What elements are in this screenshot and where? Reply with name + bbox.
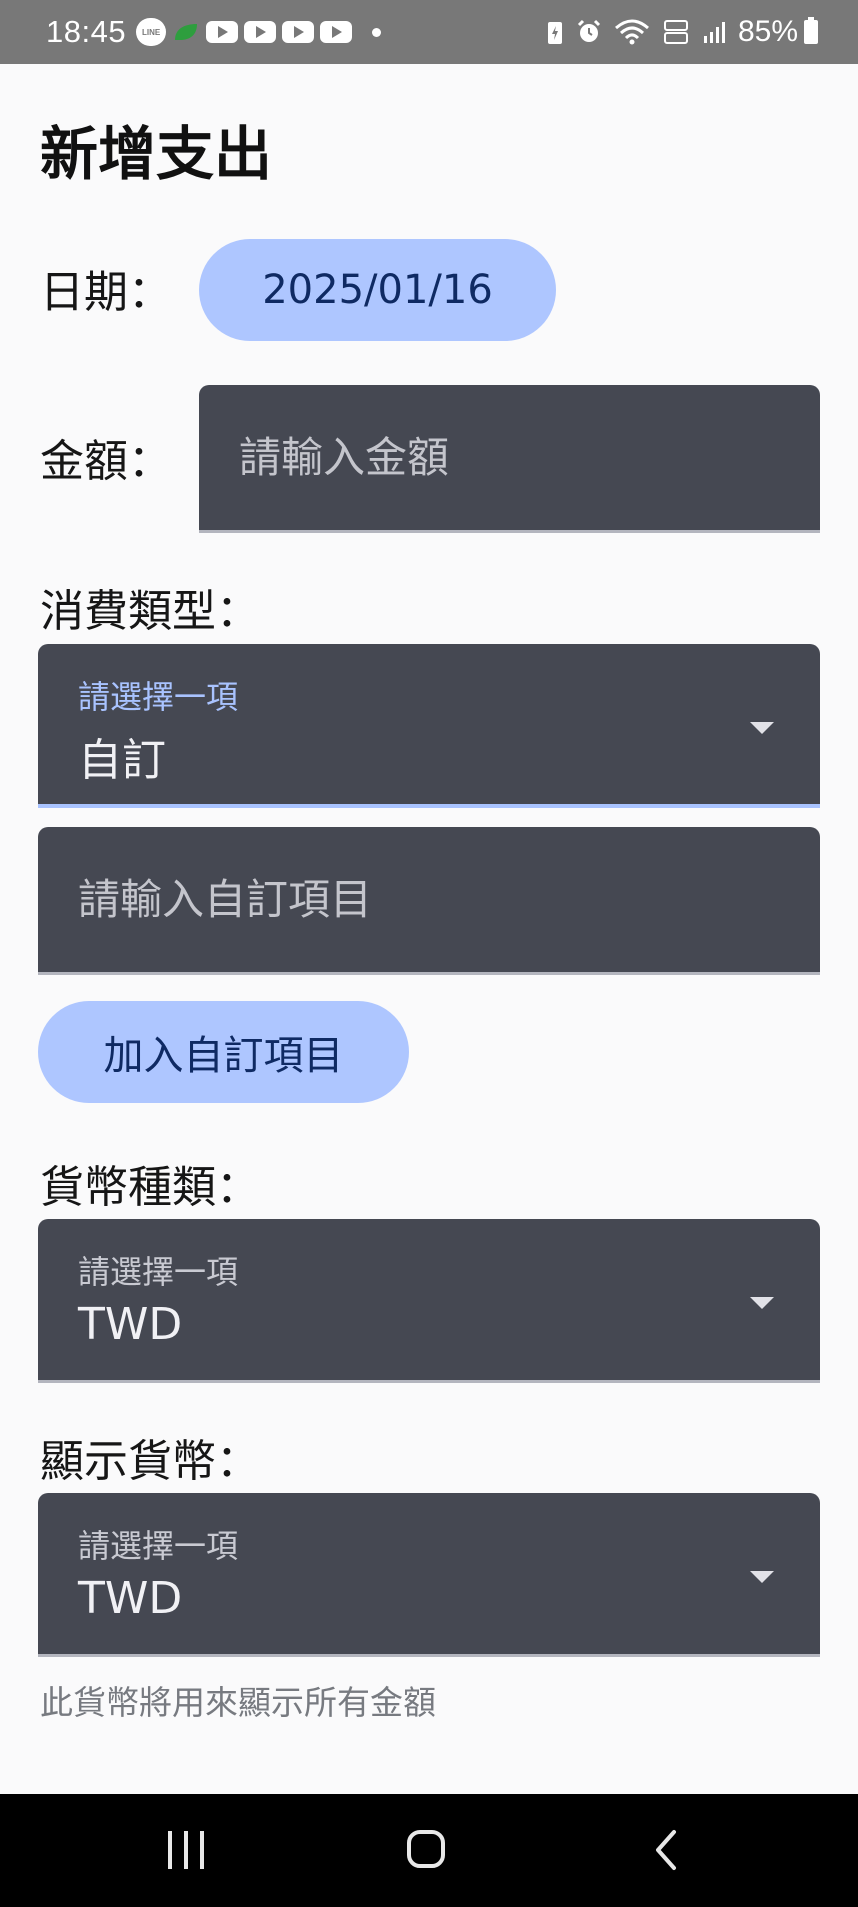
page-title: 新增支出 bbox=[40, 120, 273, 188]
battery-saver-icon bbox=[547, 22, 562, 44]
currency-select-hint: 請選擇一項 bbox=[78, 1253, 239, 1291]
display-currency-select-hint: 請選擇一項 bbox=[78, 1527, 239, 1565]
currency-label: 貨幣種類： bbox=[40, 1162, 260, 1213]
battery-icon bbox=[804, 17, 818, 44]
leaf-icon bbox=[175, 24, 198, 40]
amount-field[interactable] bbox=[199, 385, 820, 533]
custom-item-field[interactable] bbox=[38, 827, 820, 975]
alarm-icon bbox=[577, 19, 601, 42]
youtube-icon bbox=[206, 21, 239, 43]
home-icon[interactable] bbox=[407, 1830, 445, 1868]
battery-percent: 85% bbox=[737, 15, 798, 48]
display-currency-helper-text: 此貨幣將用來顯示所有金額 bbox=[40, 1683, 436, 1722]
category-select-hint: 請選擇一項 bbox=[78, 678, 239, 716]
line-icon: LINE bbox=[136, 18, 167, 46]
category-selected-value: 自訂 bbox=[78, 735, 166, 786]
date-picker-button[interactable]: 2025/01/16 bbox=[199, 239, 556, 341]
amount-label: 金額： bbox=[40, 436, 172, 487]
currency-select[interactable]: 請選擇一項 TWD bbox=[38, 1219, 820, 1383]
chevron-down-icon bbox=[750, 1297, 774, 1309]
youtube-icon bbox=[244, 21, 277, 43]
signal-icon bbox=[703, 22, 725, 43]
add-custom-item-button[interactable]: 加入自訂項目 bbox=[38, 1001, 409, 1103]
date-value: 2025/01/16 bbox=[262, 267, 493, 313]
display-currency-select[interactable]: 請選擇一項 TWD bbox=[38, 1493, 820, 1657]
youtube-icon bbox=[282, 21, 315, 43]
status-bar: 18:45 LINE 85% bbox=[0, 0, 858, 64]
date-label: 日期： bbox=[40, 267, 172, 318]
category-select[interactable]: 請選擇一項 自訂 bbox=[38, 644, 820, 808]
currency-selected-value: TWD bbox=[78, 1299, 183, 1350]
wifi-icon bbox=[614, 19, 649, 45]
amount-input[interactable] bbox=[199, 385, 820, 530]
chevron-down-icon bbox=[750, 722, 774, 734]
volte-icon bbox=[663, 20, 688, 44]
display-currency-selected-value: TWD bbox=[78, 1573, 183, 1624]
custom-item-input[interactable] bbox=[38, 827, 820, 972]
category-label: 消費類型： bbox=[40, 586, 260, 637]
dot-icon bbox=[372, 27, 382, 37]
back-icon[interactable] bbox=[652, 1828, 682, 1872]
status-time: 18:45 bbox=[46, 14, 127, 49]
add-custom-item-label: 加入自訂項目 bbox=[103, 1033, 344, 1079]
navigation-bar bbox=[0, 1794, 858, 1907]
recents-icon[interactable] bbox=[168, 1831, 208, 1871]
display-currency-label: 顯示貨幣： bbox=[40, 1436, 260, 1487]
youtube-icon bbox=[320, 21, 353, 43]
chevron-down-icon bbox=[750, 1571, 774, 1583]
